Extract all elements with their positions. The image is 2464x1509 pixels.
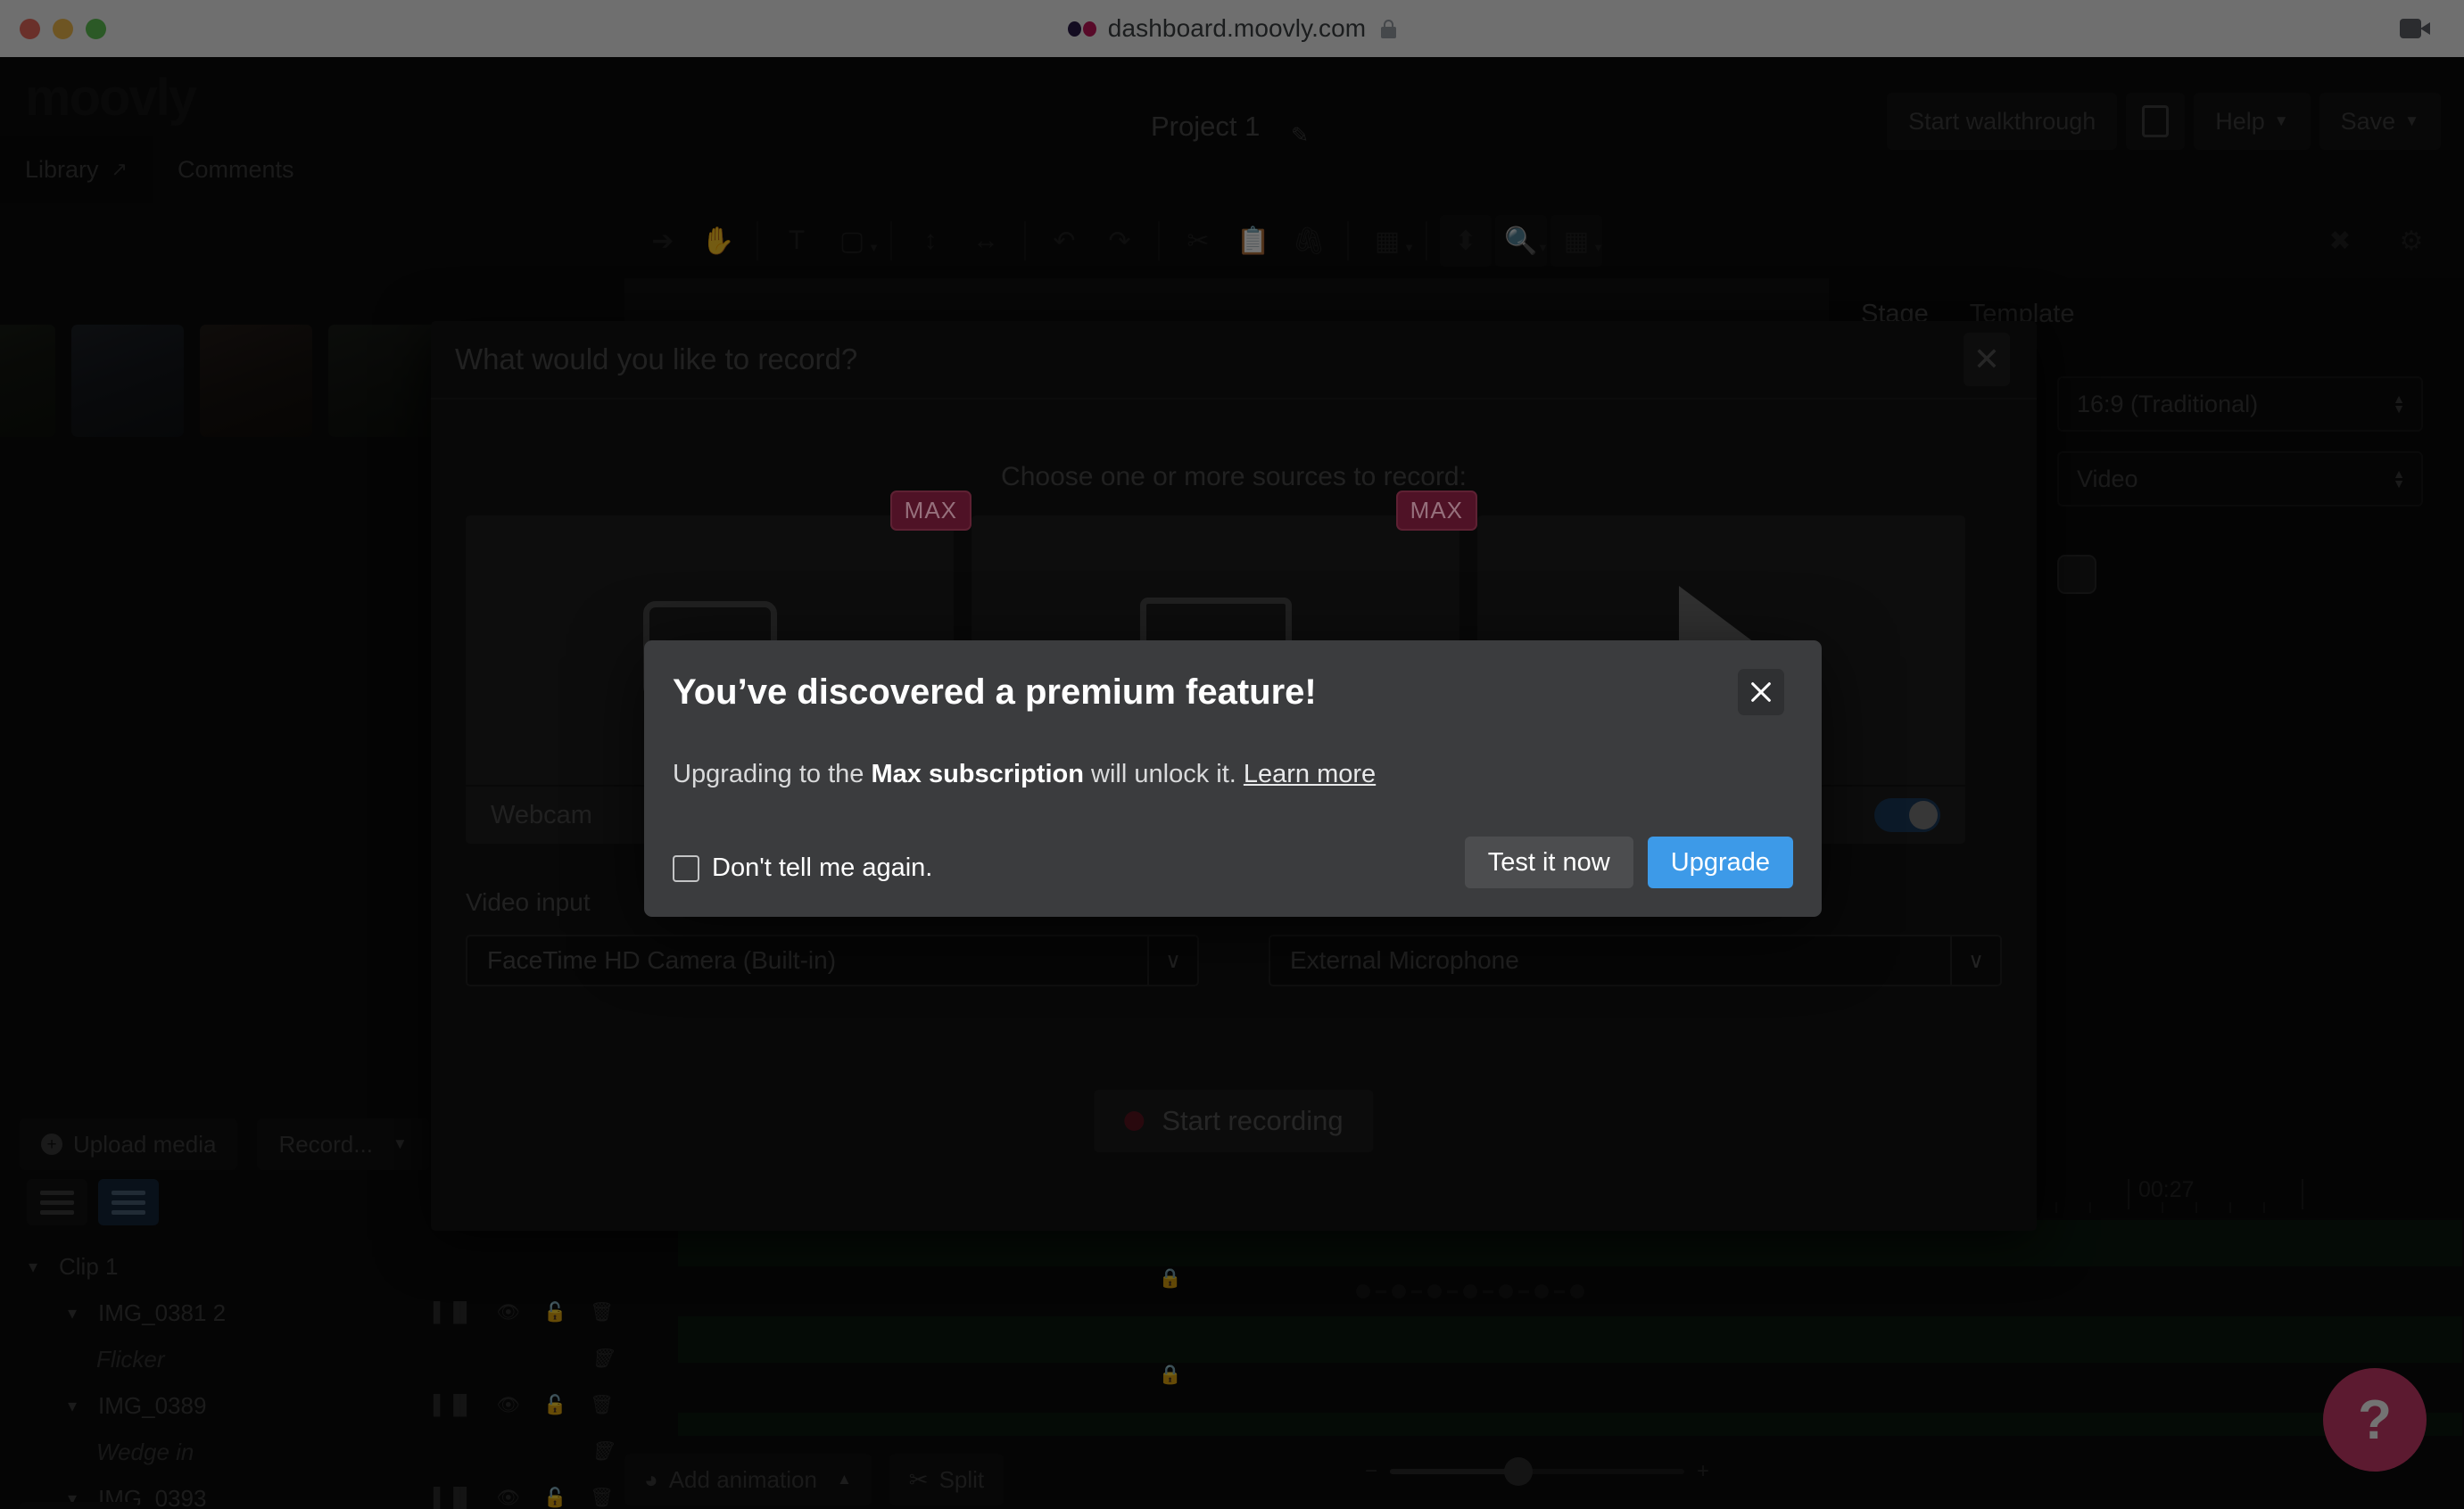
status-badge: MAX — [1395, 491, 1477, 531]
test-it-now-button[interactable]: Test it now — [1464, 837, 1633, 888]
screen-root: dashboard.moovly.com moovly Project 1 ✎ … — [0, 0, 2464, 1509]
premium-modal-title: You’ve discovered a premium feature! — [673, 672, 1317, 712]
body-suffix: will unlock it. — [1083, 760, 1244, 788]
premium-feature-modal: You’ve discovered a premium feature! Upg… — [644, 640, 1822, 917]
dont-tell-me-again-row[interactable]: Don't tell me again. — [673, 853, 932, 883]
status-badge: MAX — [889, 491, 972, 531]
close-icon[interactable] — [1738, 669, 1784, 715]
premium-modal-actions: Test it now Upgrade — [1464, 837, 1793, 888]
dont-tell-me-again-label: Don't tell me again. — [712, 853, 933, 882]
body-bold: Max subscription — [871, 760, 1084, 788]
dont-tell-me-again-checkbox[interactable] — [673, 854, 699, 882]
premium-modal-body: Upgrading to the Max subscription will u… — [673, 760, 1376, 789]
body-prefix: Upgrading to the — [673, 760, 872, 788]
upgrade-button[interactable]: Upgrade — [1647, 837, 1793, 888]
learn-more-link[interactable]: Learn more — [1244, 760, 1376, 788]
